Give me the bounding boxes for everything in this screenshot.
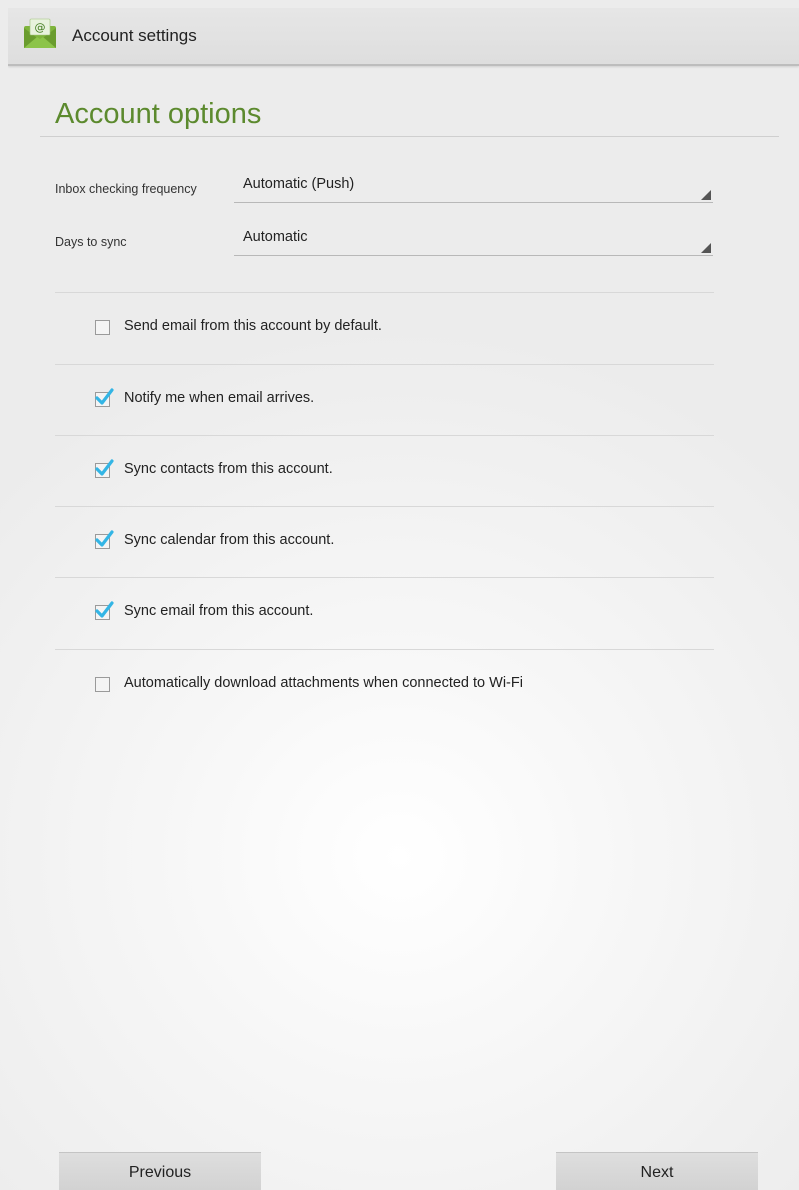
sync-email-row[interactable]: Sync email from this account. <box>55 578 714 648</box>
days-to-sync-spinner[interactable]: Automatic <box>234 227 713 256</box>
sync-email-checkbox[interactable] <box>95 601 114 620</box>
inbox-frequency-spinner[interactable]: Automatic (Push) <box>234 174 713 203</box>
action-bar: @ Account settings <box>8 8 799 66</box>
sync-email-label: Sync email from this account. <box>124 603 314 619</box>
days-to-sync-value: Automatic <box>243 229 308 245</box>
heading-divider <box>40 136 779 137</box>
download-attachments-row[interactable]: Automatically download attachments when … <box>55 650 714 720</box>
download-attachments-checkbox[interactable] <box>95 677 110 692</box>
page-title: Account settings <box>72 26 197 45</box>
notify-email-checkbox[interactable] <box>95 388 114 407</box>
default-account-checkbox[interactable] <box>95 320 110 335</box>
inbox-frequency-label: Inbox checking frequency <box>55 182 197 196</box>
dropdown-arrow-icon <box>701 190 711 200</box>
section-heading: Account options <box>55 98 262 130</box>
default-account-label: Send email from this account by default. <box>124 318 382 334</box>
email-app-icon: @ <box>24 18 56 48</box>
notify-email-row[interactable]: Notify me when email arrives. <box>55 365 714 435</box>
checkmark-icon <box>95 601 114 618</box>
next-button[interactable]: Next <box>556 1152 758 1190</box>
sync-contacts-row[interactable]: Sync contacts from this account. <box>55 436 714 506</box>
checkmark-icon <box>95 459 114 476</box>
days-to-sync-label: Days to sync <box>55 235 127 249</box>
svg-text:@: @ <box>35 21 46 34</box>
default-account-row[interactable]: Send email from this account by default. <box>55 293 714 363</box>
previous-button[interactable]: Previous <box>59 1152 261 1190</box>
dropdown-arrow-icon <box>701 243 711 253</box>
app-window: @ Account settings Account options Inbox… <box>8 8 799 1190</box>
checkmark-icon <box>95 388 114 405</box>
sync-calendar-row[interactable]: Sync calendar from this account. <box>55 507 714 577</box>
sync-contacts-label: Sync contacts from this account. <box>124 461 333 477</box>
sync-calendar-label: Sync calendar from this account. <box>124 532 335 548</box>
sync-calendar-checkbox[interactable] <box>95 530 114 549</box>
inbox-frequency-value: Automatic (Push) <box>243 176 355 192</box>
checkmark-icon <box>95 530 114 547</box>
sync-contacts-checkbox[interactable] <box>95 459 114 478</box>
download-attachments-label: Automatically download attachments when … <box>124 675 523 691</box>
notify-email-label: Notify me when email arrives. <box>124 390 315 406</box>
